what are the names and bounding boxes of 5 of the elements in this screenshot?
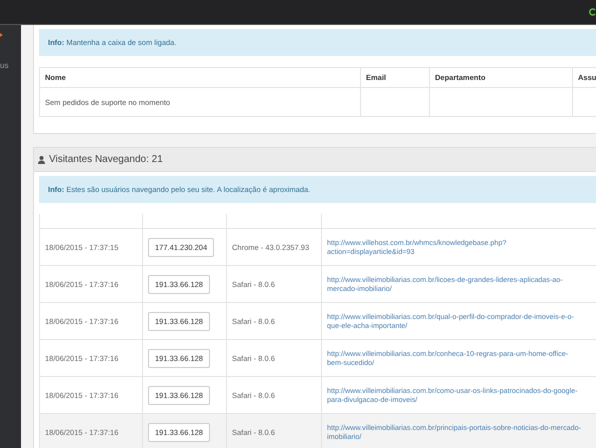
panel-title: Visitantes Navegando: 21: [49, 154, 163, 165]
sidebar-item[interactable]: us: [0, 61, 21, 70]
refresh-icon[interactable]: [588, 7, 596, 17]
chevron-icon: [0, 33, 3, 37]
user-icon: [38, 156, 45, 164]
